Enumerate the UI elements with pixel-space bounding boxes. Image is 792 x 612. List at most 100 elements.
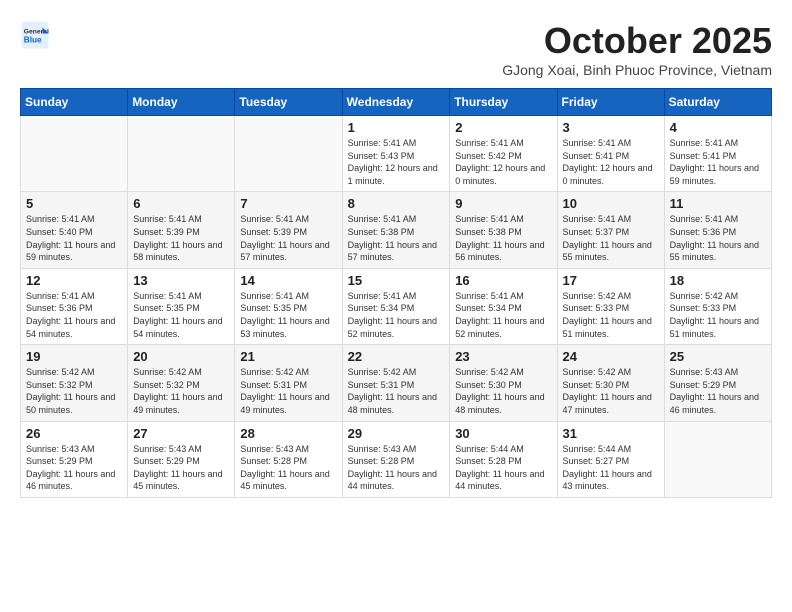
calendar-cell: 2Sunrise: 5:41 AM Sunset: 5:42 PM Daylig… bbox=[450, 116, 557, 192]
day-info: Sunrise: 5:42 AM Sunset: 5:32 PM Dayligh… bbox=[26, 366, 122, 416]
weekday-header: Thursday bbox=[450, 89, 557, 116]
calendar-cell: 18 Sunrise: 5:42 AM Sunset: 5:33 PM Dayli… bbox=[664, 268, 771, 344]
day-number: 1 bbox=[348, 120, 445, 135]
calendar-cell: 29 Sunrise: 5:43 AM Sunset: 5:28 PM Dayli… bbox=[342, 421, 450, 497]
day-info: Sunrise: 5:42 AM Sunset: 5:30 PM Dayligh… bbox=[563, 366, 659, 416]
weekday-header: Wednesday bbox=[342, 89, 450, 116]
day-info: Sunrise: 5:41 AM Sunset: 5:37 PM Dayligh… bbox=[563, 213, 659, 263]
day-info: Sunrise: 5:41 AM Sunset: 5:38 PM Dayligh… bbox=[455, 213, 551, 263]
day-info: Sunrise: 5:41 AM Sunset: 5:41 PM Dayligh… bbox=[563, 137, 659, 187]
calendar-cell bbox=[128, 116, 235, 192]
calendar-week-row: 5Sunrise: 5:41 AM Sunset: 5:40 PM Daylig… bbox=[21, 192, 772, 268]
day-number: 18 bbox=[670, 273, 766, 288]
weekday-header: Sunday bbox=[21, 89, 128, 116]
day-info: Sunrise: 5:41 AM Sunset: 5:38 PM Dayligh… bbox=[348, 213, 445, 263]
calendar-cell: 3 Sunrise: 5:41 AM Sunset: 5:41 PM Daylig… bbox=[557, 116, 664, 192]
day-info: Sunrise: 5:44 AM Sunset: 5:28 PM Dayligh… bbox=[455, 443, 551, 493]
calendar-cell bbox=[21, 116, 128, 192]
day-number: 10 bbox=[563, 196, 659, 211]
calendar-cell bbox=[664, 421, 771, 497]
calendar-week-row: 12 Sunrise: 5:41 AM Sunset: 5:36 PM Dayli… bbox=[21, 268, 772, 344]
day-info: Sunrise: 5:43 AM Sunset: 5:29 PM Dayligh… bbox=[133, 443, 229, 493]
day-number: 12 bbox=[26, 273, 122, 288]
day-info: Sunrise: 5:41 AM Sunset: 5:35 PM Dayligh… bbox=[240, 290, 336, 340]
day-info: Sunrise: 5:42 AM Sunset: 5:31 PM Dayligh… bbox=[348, 366, 445, 416]
day-info: Sunrise: 5:42 AM Sunset: 5:32 PM Dayligh… bbox=[133, 366, 229, 416]
day-number: 2 bbox=[455, 120, 551, 135]
calendar-cell: 11Sunrise: 5:41 AM Sunset: 5:36 PM Dayli… bbox=[664, 192, 771, 268]
svg-text:Blue: Blue bbox=[24, 36, 42, 45]
calendar-week-row: 1Sunrise: 5:41 AM Sunset: 5:43 PM Daylig… bbox=[21, 116, 772, 192]
day-info: Sunrise: 5:41 AM Sunset: 5:35 PM Dayligh… bbox=[133, 290, 229, 340]
calendar-cell: 25 Sunrise: 5:43 AM Sunset: 5:29 PM Dayli… bbox=[664, 345, 771, 421]
calendar-cell: 31Sunrise: 5:44 AM Sunset: 5:27 PM Dayli… bbox=[557, 421, 664, 497]
calendar-cell: 27 Sunrise: 5:43 AM Sunset: 5:29 PM Dayli… bbox=[128, 421, 235, 497]
calendar-cell: 30 Sunrise: 5:44 AM Sunset: 5:28 PM Dayli… bbox=[450, 421, 557, 497]
weekday-header: Tuesday bbox=[235, 89, 342, 116]
page-header: General Blue October 2025 GJong Xoai, Bi… bbox=[20, 20, 772, 78]
day-number: 29 bbox=[348, 426, 445, 441]
calendar-cell: 9 Sunrise: 5:41 AM Sunset: 5:38 PM Daylig… bbox=[450, 192, 557, 268]
day-info: Sunrise: 5:43 AM Sunset: 5:28 PM Dayligh… bbox=[348, 443, 445, 493]
day-info: Sunrise: 5:41 AM Sunset: 5:39 PM Dayligh… bbox=[133, 213, 229, 263]
day-info: Sunrise: 5:41 AM Sunset: 5:36 PM Dayligh… bbox=[670, 213, 766, 263]
day-number: 19 bbox=[26, 349, 122, 364]
day-number: 16 bbox=[455, 273, 551, 288]
calendar-cell: 4 Sunrise: 5:41 AM Sunset: 5:41 PM Daylig… bbox=[664, 116, 771, 192]
calendar-cell: 12 Sunrise: 5:41 AM Sunset: 5:36 PM Dayli… bbox=[21, 268, 128, 344]
month-title: October 2025 bbox=[502, 20, 772, 62]
day-info: Sunrise: 5:43 AM Sunset: 5:29 PM Dayligh… bbox=[670, 366, 766, 416]
logo-icon: General Blue bbox=[20, 20, 50, 50]
calendar-cell: 21 Sunrise: 5:42 AM Sunset: 5:31 PM Dayli… bbox=[235, 345, 342, 421]
title-area: October 2025 GJong Xoai, Binh Phuoc Prov… bbox=[502, 20, 772, 78]
day-number: 21 bbox=[240, 349, 336, 364]
calendar-cell: 23 Sunrise: 5:42 AM Sunset: 5:30 PM Dayli… bbox=[450, 345, 557, 421]
calendar-cell bbox=[235, 116, 342, 192]
day-number: 14 bbox=[240, 273, 336, 288]
calendar-cell: 1Sunrise: 5:41 AM Sunset: 5:43 PM Daylig… bbox=[342, 116, 450, 192]
day-info: Sunrise: 5:42 AM Sunset: 5:31 PM Dayligh… bbox=[240, 366, 336, 416]
day-number: 25 bbox=[670, 349, 766, 364]
calendar-cell: 17Sunrise: 5:42 AM Sunset: 5:33 PM Dayli… bbox=[557, 268, 664, 344]
calendar-cell: 7 Sunrise: 5:41 AM Sunset: 5:39 PM Daylig… bbox=[235, 192, 342, 268]
day-info: Sunrise: 5:41 AM Sunset: 5:34 PM Dayligh… bbox=[348, 290, 445, 340]
calendar-cell: 6 Sunrise: 5:41 AM Sunset: 5:39 PM Daylig… bbox=[128, 192, 235, 268]
day-number: 6 bbox=[133, 196, 229, 211]
weekday-header: Saturday bbox=[664, 89, 771, 116]
calendar-cell: 16Sunrise: 5:41 AM Sunset: 5:34 PM Dayli… bbox=[450, 268, 557, 344]
day-info: Sunrise: 5:43 AM Sunset: 5:29 PM Dayligh… bbox=[26, 443, 122, 493]
calendar-week-row: 26 Sunrise: 5:43 AM Sunset: 5:29 PM Dayli… bbox=[21, 421, 772, 497]
day-number: 31 bbox=[563, 426, 659, 441]
day-number: 24 bbox=[563, 349, 659, 364]
calendar-cell: 13Sunrise: 5:41 AM Sunset: 5:35 PM Dayli… bbox=[128, 268, 235, 344]
day-number: 15 bbox=[348, 273, 445, 288]
day-info: Sunrise: 5:42 AM Sunset: 5:30 PM Dayligh… bbox=[455, 366, 551, 416]
day-number: 20 bbox=[133, 349, 229, 364]
day-info: Sunrise: 5:41 AM Sunset: 5:36 PM Dayligh… bbox=[26, 290, 122, 340]
day-number: 4 bbox=[670, 120, 766, 135]
day-number: 23 bbox=[455, 349, 551, 364]
day-number: 7 bbox=[240, 196, 336, 211]
logo: General Blue bbox=[20, 20, 54, 50]
calendar-cell: 19 Sunrise: 5:42 AM Sunset: 5:32 PM Dayli… bbox=[21, 345, 128, 421]
day-number: 27 bbox=[133, 426, 229, 441]
day-number: 17 bbox=[563, 273, 659, 288]
day-info: Sunrise: 5:41 AM Sunset: 5:41 PM Dayligh… bbox=[670, 137, 766, 187]
weekday-header: Friday bbox=[557, 89, 664, 116]
calendar-cell: 10 Sunrise: 5:41 AM Sunset: 5:37 PM Dayli… bbox=[557, 192, 664, 268]
day-number: 26 bbox=[26, 426, 122, 441]
day-number: 3 bbox=[563, 120, 659, 135]
day-number: 9 bbox=[455, 196, 551, 211]
day-number: 30 bbox=[455, 426, 551, 441]
calendar-cell: 28Sunrise: 5:43 AM Sunset: 5:28 PM Dayli… bbox=[235, 421, 342, 497]
calendar-table: SundayMondayTuesdayWednesdayThursdayFrid… bbox=[20, 88, 772, 498]
calendar-cell: 5Sunrise: 5:41 AM Sunset: 5:40 PM Daylig… bbox=[21, 192, 128, 268]
day-info: Sunrise: 5:42 AM Sunset: 5:33 PM Dayligh… bbox=[670, 290, 766, 340]
location-subtitle: GJong Xoai, Binh Phuoc Province, Vietnam bbox=[502, 62, 772, 78]
day-info: Sunrise: 5:41 AM Sunset: 5:39 PM Dayligh… bbox=[240, 213, 336, 263]
day-number: 8 bbox=[348, 196, 445, 211]
calendar-cell: 14 Sunrise: 5:41 AM Sunset: 5:35 PM Dayli… bbox=[235, 268, 342, 344]
calendar-cell: 26 Sunrise: 5:43 AM Sunset: 5:29 PM Dayli… bbox=[21, 421, 128, 497]
calendar-cell: 15 Sunrise: 5:41 AM Sunset: 5:34 PM Dayli… bbox=[342, 268, 450, 344]
calendar-week-row: 19 Sunrise: 5:42 AM Sunset: 5:32 PM Dayli… bbox=[21, 345, 772, 421]
